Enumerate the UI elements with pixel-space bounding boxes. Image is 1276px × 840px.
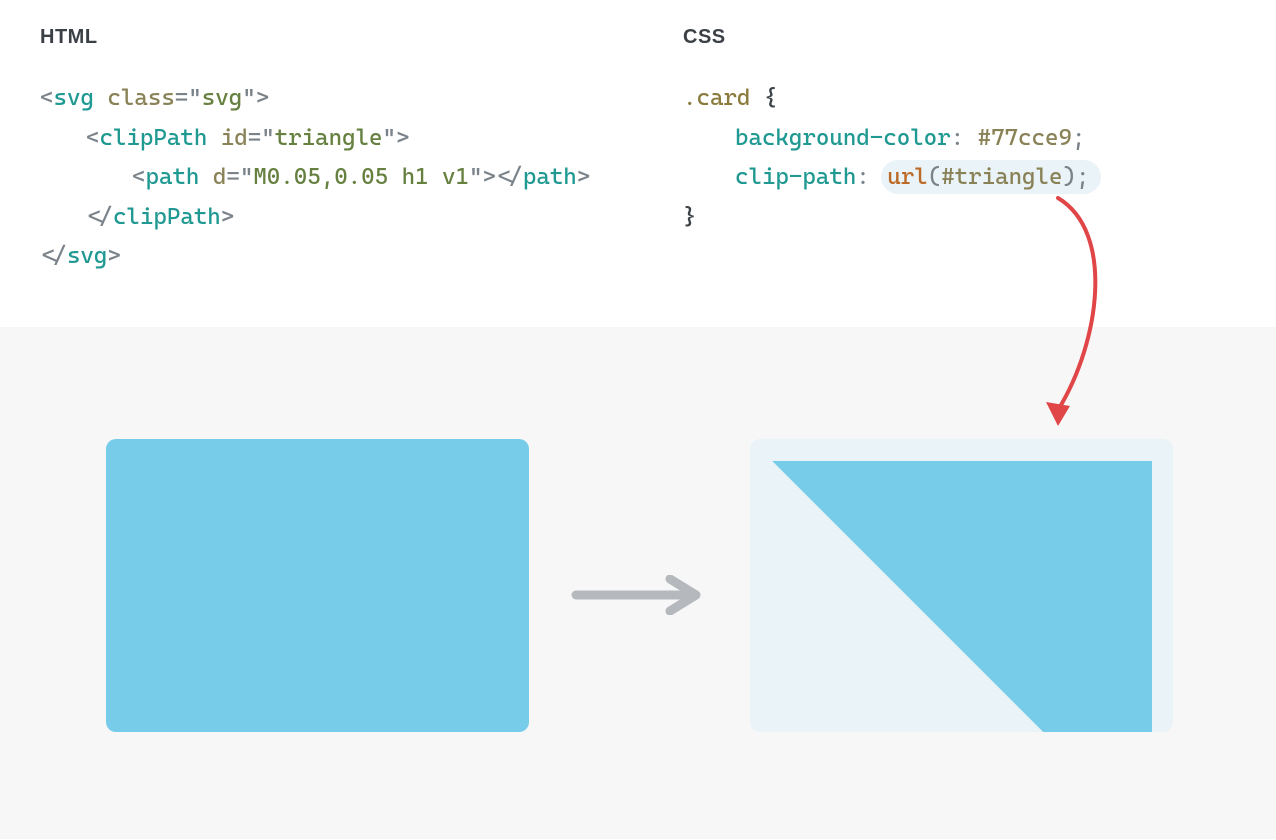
css-column: CSS .card {background-color: #77cce9;cli…	[683, 26, 1236, 277]
css-line-2: background-color: #77cce9;	[683, 119, 1236, 159]
html-line-5: </svg>	[40, 237, 593, 277]
html-header: HTML	[40, 26, 593, 49]
url-highlight: url(#triangle);	[881, 160, 1101, 194]
css-line-4: }	[683, 198, 1236, 238]
html-line-3: <path d="M0.05,0.05 h1 v1"></path>	[40, 158, 593, 198]
card-before	[106, 439, 529, 732]
card-after	[750, 439, 1173, 732]
html-line-1: <svg class="svg">	[40, 79, 593, 119]
css-line-3: clip-path: url(#triangle);	[683, 158, 1236, 198]
html-line-4: </clipPath>	[40, 198, 593, 238]
html-column: HTML <svg class="svg"><clipPath id="tria…	[40, 26, 593, 277]
css-code-block: .card {background-color: #77cce9;clip-pa…	[683, 79, 1236, 237]
illustration-area	[0, 327, 1276, 839]
css-header: CSS	[683, 26, 1236, 49]
clipped-triangle	[772, 461, 1152, 732]
arrow-right-icon	[570, 575, 710, 615]
html-line-2: <clipPath id="triangle">	[40, 119, 593, 159]
css-line-1: .card {	[683, 79, 1236, 119]
code-area: HTML <svg class="svg"><clipPath id="tria…	[0, 0, 1276, 327]
html-code-block: <svg class="svg"><clipPath id="triangle"…	[40, 79, 593, 277]
